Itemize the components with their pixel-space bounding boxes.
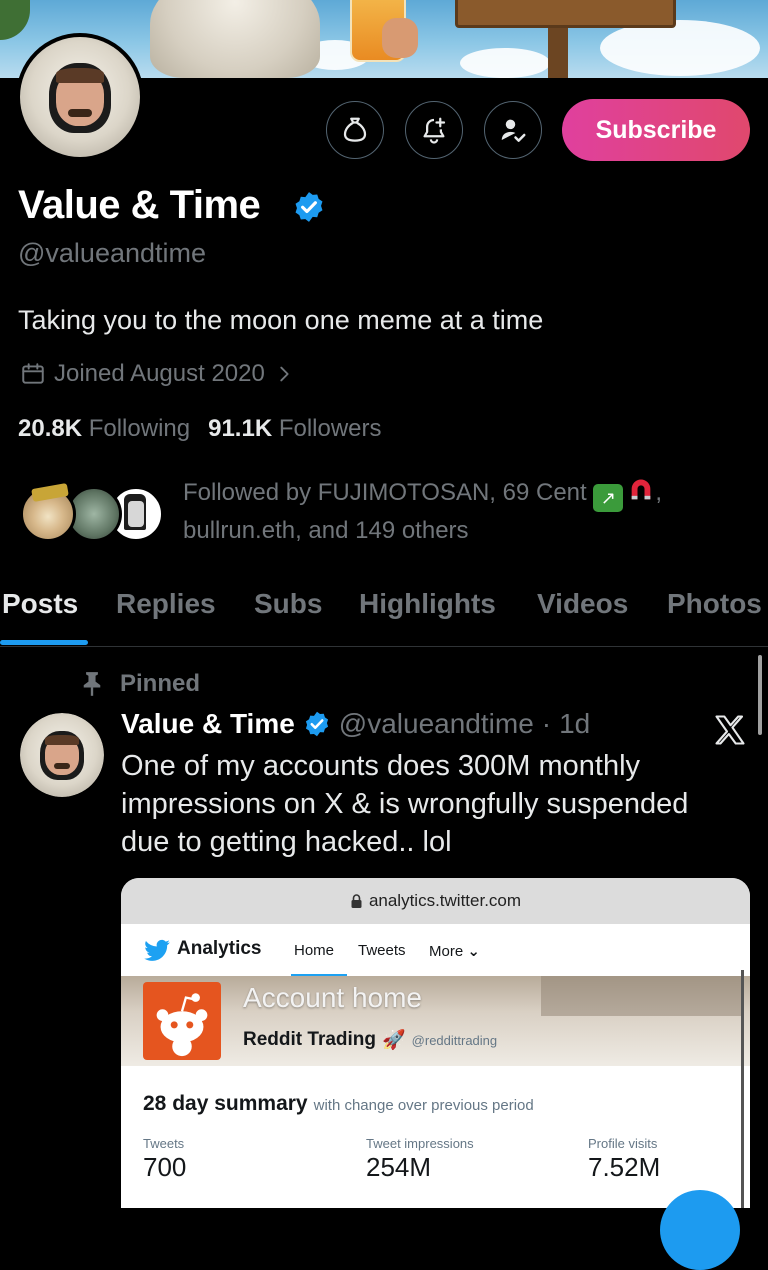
lock-icon — [351, 894, 362, 908]
profile-stats: 20.8K Following 91.1K Followers — [18, 415, 382, 443]
analytics-tab-more: More ⌄ — [429, 942, 480, 960]
analytics-hero-shade — [541, 976, 741, 1016]
verified-badge-icon[interactable] — [303, 710, 331, 738]
person-check-icon — [501, 119, 526, 142]
following-label: Following — [88, 415, 191, 442]
scrollbar[interactable] — [758, 655, 762, 735]
pinned-indicator: Pinned — [82, 670, 200, 698]
pinned-label: Pinned — [120, 670, 201, 697]
followed-by-text[interactable]: Followed by FUJIMOTOSAN, 69 Cent ↗ , bul… — [183, 474, 743, 549]
post-header: Value & Time @valueandtime · 1d — [121, 708, 590, 740]
chevron-down-icon: ⌄ — [467, 943, 480, 960]
banner-cloud — [600, 20, 760, 76]
verified-badge-icon[interactable] — [292, 190, 326, 224]
tab-subs[interactable]: Subs — [254, 588, 322, 620]
analytics-account: Reddit Trading 🚀 @reddittrading — [243, 1028, 497, 1052]
subscribe-button[interactable]: Subscribe — [562, 99, 750, 161]
analytics-tab-tweets: Tweets — [358, 942, 406, 959]
twitter-bird-icon — [144, 939, 170, 961]
followed-by-line2: bullrun.eth, and 149 others — [183, 517, 469, 544]
analytics-account-name: Reddit Trading — [243, 1029, 376, 1050]
tab-replies[interactable]: Replies — [116, 588, 216, 620]
post-time[interactable]: 1d — [559, 708, 590, 740]
rocket-emoji-icon: 🚀 — [382, 1030, 406, 1051]
followers-count: 91.1K — [208, 415, 273, 442]
url-text: analytics.twitter.com — [368, 891, 522, 910]
tab-photos[interactable]: Photos — [667, 588, 762, 620]
following-link[interactable]: 20.8K Following — [18, 415, 190, 443]
active-tab-indicator — [0, 640, 88, 645]
analytics-tab-home: Home — [294, 942, 335, 959]
metric-label-impressions: Tweet impressions — [366, 1136, 474, 1151]
followers-label: Followers — [278, 415, 382, 442]
profile-handle: @valueandtime — [18, 238, 207, 268]
joined-date[interactable]: Joined August 2020 — [20, 360, 295, 388]
post-media-image[interactable]: analytics.twitter.com Analytics Home Twe… — [121, 878, 750, 1208]
pin-icon — [83, 672, 101, 696]
analytics-title: Analytics — [177, 938, 262, 959]
banner-astronaut — [150, 0, 320, 78]
embedded-scrollbar — [741, 970, 744, 1208]
tab-highlights[interactable]: Highlights — [359, 588, 496, 620]
tab-posts[interactable]: Posts — [2, 588, 78, 620]
profile-tabs: Posts Replies Subs Highlights Videos Pho… — [0, 580, 768, 647]
money-bag-icon — [343, 117, 367, 142]
profile-avatar[interactable] — [16, 33, 144, 161]
joined-label: Joined August 2020 — [54, 360, 265, 387]
follower-avatar-punk-face — [128, 501, 144, 527]
magnet-emoji-icon — [632, 479, 651, 500]
following-button[interactable] — [484, 101, 542, 159]
analytics-tab-more-label: More — [429, 943, 464, 960]
post-author-name[interactable]: Value & Time — [121, 708, 295, 740]
tab-videos[interactable]: Videos — [537, 588, 628, 620]
account-home-title: Account home — [243, 982, 422, 1013]
banner-cloud — [460, 48, 550, 78]
notifications-button[interactable] — [405, 101, 463, 159]
tip-button[interactable] — [326, 101, 384, 159]
metric-value-impressions: 254M — [366, 1152, 432, 1182]
post-author-handle[interactable]: @valueandtime — [339, 708, 534, 740]
banner-palm — [0, 0, 30, 40]
post-body-text: One of my accounts does 300M monthly imp… — [121, 750, 689, 858]
reddit-alien-icon — [156, 993, 208, 1057]
post-separator: · — [541, 708, 552, 739]
followed-by-comma: , — [655, 479, 663, 506]
metric-value-tweets: 700 — [143, 1152, 187, 1182]
profile-name: Value & Time — [18, 183, 261, 227]
following-count: 20.8K — [18, 415, 83, 442]
compose-fab-button[interactable] — [660, 1190, 740, 1270]
banner-hand — [382, 18, 418, 58]
calendar-icon — [22, 363, 44, 384]
followed-by-line1: Followed by FUJIMOTOSAN, 69 Cent — [183, 479, 587, 506]
summary-subtitle: with change over previous period — [313, 1097, 534, 1114]
metric-label-profile-visits: Profile visits — [588, 1136, 658, 1151]
bell-plus-icon — [423, 117, 446, 144]
banner-sign — [455, 0, 676, 28]
x-logo-icon[interactable] — [712, 712, 748, 748]
metric-label-tweets: Tweets — [143, 1136, 185, 1151]
followers-link[interactable]: 91.1K Followers — [208, 415, 381, 443]
metric-value-profile-visits: 7.52M — [588, 1152, 661, 1182]
analytics-account-handle: @reddittrading — [411, 1032, 498, 1048]
post-author-avatar[interactable] — [20, 713, 104, 797]
chart-yen-emoji-icon: ↗ — [593, 484, 624, 512]
reddit-logo — [143, 982, 221, 1060]
summary-title: 28 day summary — [143, 1092, 308, 1115]
summary-heading: 28 day summary with change over previous … — [143, 1092, 534, 1116]
browser-url-bar: analytics.twitter.com — [121, 878, 750, 924]
banner-sign-post — [548, 20, 568, 78]
chevron-right-icon — [280, 366, 289, 382]
profile-bio: Taking you to the moon one meme at a tim… — [18, 305, 544, 335]
